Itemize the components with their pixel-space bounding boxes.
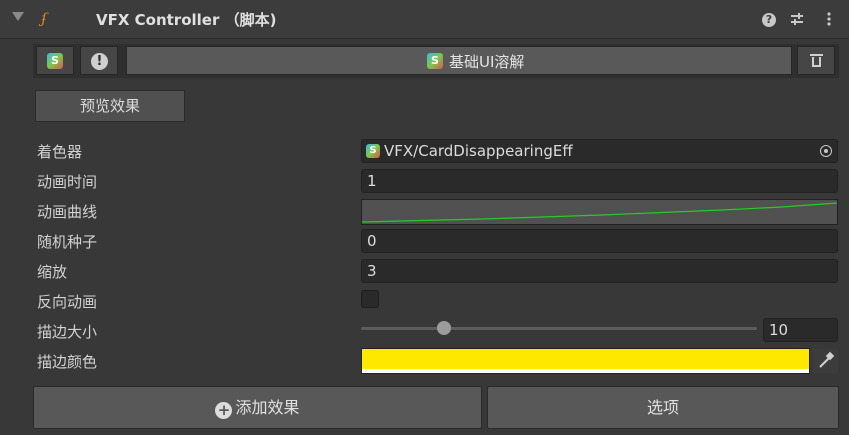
preview-effect-button[interactable]: 预览效果: [35, 90, 185, 122]
duration-label: 动画时间: [37, 173, 98, 191]
kebab-menu-icon[interactable]: [820, 9, 838, 29]
s-script-icon: S: [47, 53, 63, 69]
add-icon: +: [215, 402, 233, 419]
scale-field[interactable]: 3: [361, 259, 838, 283]
outline-size-slider-track[interactable]: [361, 327, 757, 330]
shader-label: 着色器: [37, 143, 83, 161]
duration-field[interactable]: 1: [361, 169, 838, 193]
shader-object-field[interactable]: S VFX/CardDisappearingEff: [361, 139, 838, 163]
reverse-label: 反向动画: [37, 293, 98, 311]
effect-warning-button[interactable]: !: [80, 46, 118, 75]
presets-icon[interactable]: [788, 9, 806, 29]
s-script-icon: S: [427, 53, 443, 69]
options-button[interactable]: 选项: [487, 386, 839, 429]
outline-color-label: 描边颜色: [37, 353, 98, 371]
effect-name-label: 基础UI溶解: [449, 53, 525, 71]
eyedropper-icon[interactable]: [813, 349, 838, 373]
script-icon: ʄ: [41, 11, 47, 27]
trash-icon-body: [812, 57, 821, 67]
outline-size-label: 描边大小: [37, 323, 98, 341]
curve-label: 动画曲线: [37, 203, 98, 221]
reverse-checkbox[interactable]: [361, 290, 379, 308]
warning-icon: !: [91, 53, 108, 70]
shader-asset-icon: S: [366, 144, 380, 158]
seed-label: 随机种子: [37, 233, 98, 251]
alpha-bar: [362, 369, 809, 373]
effect-name-bar[interactable]: S 基础UI溶解: [126, 46, 792, 75]
component-title: VFX Controller （脚本): [96, 11, 277, 29]
seed-field[interactable]: 0: [361, 229, 838, 253]
scale-label: 缩放: [37, 263, 68, 281]
component-header: ʄ VFX Controller （脚本) ?: [0, 0, 849, 39]
color-swatch: [362, 349, 809, 369]
outline-color-field[interactable]: [361, 348, 810, 374]
object-picker-icon[interactable]: [817, 142, 835, 160]
effect-name-wrap: S 基础UI溶解: [427, 51, 524, 72]
add-effect-label: 添加效果: [235, 398, 300, 417]
add-effect-button[interactable]: + 添加效果: [33, 386, 482, 429]
curve-graph: [361, 202, 838, 223]
help-icon[interactable]: ?: [760, 9, 778, 29]
animation-curve-field[interactable]: [361, 199, 838, 225]
shader-value: VFX/CardDisappearingEff: [384, 142, 573, 160]
fold-arrow-icon[interactable]: [12, 12, 24, 21]
trash-icon: [810, 54, 823, 56]
delete-effect-button[interactable]: [797, 46, 835, 75]
outline-size-field[interactable]: 10: [763, 318, 838, 342]
outline-size-slider-handle[interactable]: [437, 321, 452, 335]
effect-script-button[interactable]: S: [36, 46, 74, 75]
